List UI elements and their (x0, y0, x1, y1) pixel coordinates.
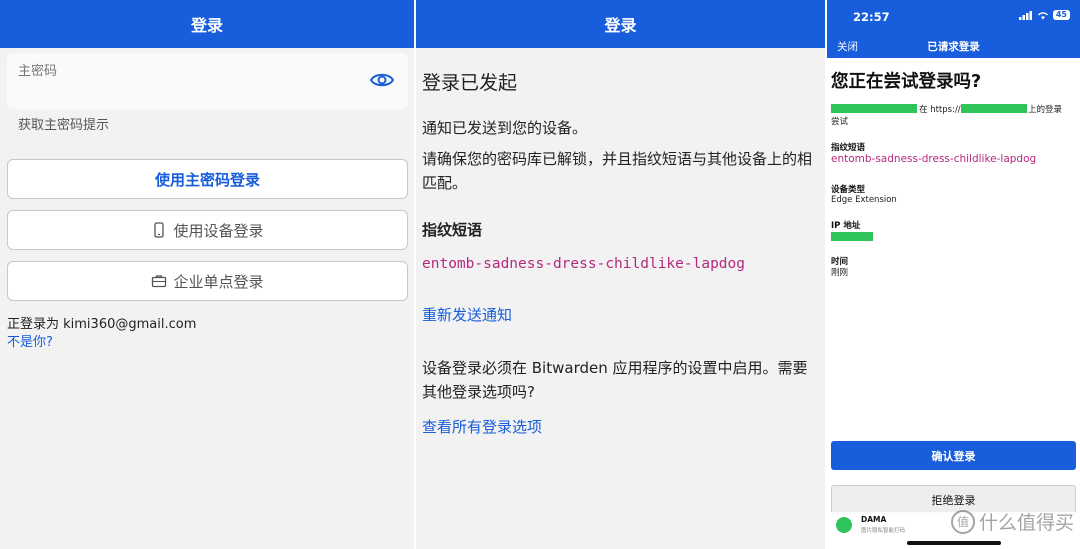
ip-address-label: IP 地址 (831, 221, 861, 231)
deny-login-label: 拒绝登录 (931, 493, 976, 507)
login-device-button[interactable]: 使用设备登录 (7, 210, 408, 250)
screenshot-stage: 登录 主密码 获取主密码提示 使用主密码登录 使用设备登录 企业单点登录 正登录… (0, 0, 1080, 549)
fingerprint-phrase: entomb-sadness-dress-childlike-lapdog (831, 153, 1037, 165)
instructions-text: 请确保您的密码库已解锁，并且指纹短语与其他设备上的相匹配。 (422, 150, 813, 192)
enterprise-sso-label: 企业单点登录 (173, 272, 264, 291)
attempt-text-line2: 尝试 (831, 117, 849, 127)
enterprise-sso-button[interactable]: 企业单点登录 (7, 261, 408, 301)
login-master-password-button[interactable]: 使用主密码登录 (7, 159, 408, 199)
redacted-url (961, 104, 1027, 113)
login-device-label: 使用设备登录 (173, 221, 264, 240)
eye-icon[interactable] (370, 71, 394, 89)
not-you-link[interactable]: 不是你? (7, 331, 53, 350)
requirement-text: 设备登录必须在 Bitwarden 应用程序的设置中启用。需要其他登录选项吗? (422, 359, 808, 401)
header-bar: 登录 (416, 0, 825, 48)
fingerprint-phrase: entomb-sadness-dress-childlike-lapdog (422, 256, 746, 272)
confirm-login-button[interactable]: 确认登录 (831, 441, 1076, 470)
master-password-label: 主密码 (18, 64, 58, 79)
login-initiated-panel: 登录 登录已发起 通知已发送到您的设备。 请确保您的密码库已解锁，并且指纹短语与… (416, 0, 825, 549)
get-hint-link[interactable]: 获取主密码提示 (18, 114, 109, 133)
login-master-password-label: 使用主密码登录 (154, 170, 260, 189)
mobile-icon (154, 222, 165, 238)
header-title: 登录 (604, 16, 637, 35)
logged-in-as-text: 正登录为 kimi360@gmail.com (7, 317, 197, 332)
device-type-value: Edge Extension (831, 195, 897, 205)
attempt-text-mid: 在 https:// (919, 105, 961, 115)
redacted-ip (831, 232, 873, 241)
login-panel: 登录 主密码 获取主密码提示 使用主密码登录 使用设备登录 企业单点登录 正登录… (0, 0, 414, 549)
notification-app-name: DAMA (861, 515, 887, 524)
page-title: 登录已发起 (422, 72, 518, 94)
home-indicator[interactable] (907, 541, 1001, 545)
fingerprint-label: 指纹短语 (831, 143, 866, 153)
notification-sent-text: 通知已发送到您的设备。 (422, 119, 588, 137)
ios-top-bar: 22:57 45 关闭 已请求登录 (827, 0, 1080, 58)
app-icon (836, 517, 852, 533)
status-time: 22:57 (853, 10, 890, 24)
watermark-text: 什么值得买 (978, 512, 1074, 534)
header-title: 登录 (190, 16, 223, 35)
status-icons: 45 (1018, 10, 1070, 20)
fingerprint-heading: 指纹短语 (422, 221, 483, 239)
confirm-login-label: 确认登录 (931, 449, 976, 463)
wifi-icon (1037, 11, 1048, 19)
attempt-text-end: 上的登录 (1028, 105, 1063, 115)
master-password-field[interactable]: 主密码 (7, 53, 408, 109)
watermark: 值 什么值得买 (950, 508, 1074, 535)
redacted-email (831, 104, 917, 113)
watermark-badge: 值 (950, 509, 975, 534)
signal-icon (1018, 10, 1032, 20)
resend-notification-link[interactable]: 重新发送通知 (422, 304, 512, 325)
briefcase-icon (152, 275, 167, 288)
battery-icon: 45 (1052, 10, 1070, 20)
mobile-login-request-panel: 22:57 45 关闭 已请求登录 您正在尝试登录吗? 在 https:// 上… (827, 0, 1080, 549)
question-title: 您正在尝试登录吗? (831, 72, 982, 92)
nav-title: 已请求登录 (927, 41, 980, 53)
notification-subtitle: 图片隐私智能打码 (861, 528, 906, 534)
device-type-label: 设备类型 (831, 185, 866, 195)
header-bar: 登录 (0, 0, 414, 48)
view-all-options-link[interactable]: 查看所有登录选项 (422, 416, 542, 437)
time-value: 刚刚 (831, 268, 849, 278)
